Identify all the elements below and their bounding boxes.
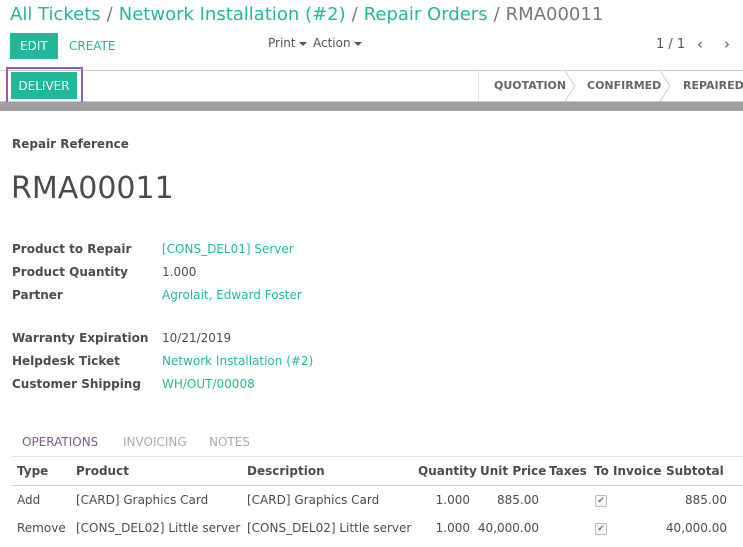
tab-operations[interactable]: OPERATIONS [22, 435, 98, 449]
stage-divider-icon [565, 71, 576, 101]
stage-quotation[interactable]: QUOTATION [484, 71, 576, 101]
product-quantity-value: 1.000 [162, 265, 197, 279]
breadcrumb-current: RMA00011 [505, 4, 604, 25]
breadcrumb-separator: / [493, 4, 500, 25]
warranty-expiration-value: 10/21/2019 [162, 331, 232, 345]
row-unit-price: 885.00 [497, 493, 539, 507]
customer-shipping-label: Customer Shipping [12, 377, 141, 391]
breadcrumb-separator: / [351, 4, 358, 25]
breadcrumb: All Tickets / Network Installation (#2) / Re… [10, 4, 603, 25]
row-type: Add [17, 493, 41, 507]
column-header-subtotal[interactable]: Subtotal [666, 464, 724, 478]
breadcrumb-all-tickets[interactable]: All Tickets [10, 4, 101, 25]
column-header-unit-price[interactable]: Unit Price [480, 464, 546, 478]
breadcrumb-helpdesk-ticket[interactable]: Network Installation (#2) [119, 4, 346, 25]
table-header-divider [12, 485, 743, 486]
stage-repaired[interactable]: REPAIRED [673, 71, 743, 101]
product-to-repair-label: Product to Repair [12, 242, 132, 256]
helpdesk-ticket-link[interactable]: Network Installation (#2) [162, 354, 313, 368]
control-panel: All Tickets / Network Installation (#2) / Re… [0, 0, 743, 70]
action-dropdown[interactable]: Action [313, 36, 362, 50]
product-quantity-label: Product Quantity [12, 265, 128, 279]
row-subtotal: 40,000.00 [665, 521, 727, 535]
caret-down-icon [298, 41, 307, 46]
to-invoice-checkbox[interactable]: ✔ [595, 495, 607, 507]
action-label: Action [313, 36, 351, 50]
column-header-description[interactable]: Description [247, 464, 325, 478]
edit-button[interactable]: EDIT [10, 33, 58, 59]
row-product: [CARD] Graphics Card [76, 493, 209, 507]
print-dropdown[interactable]: Print [268, 36, 307, 50]
row-description: [CONS_DEL02] Little server [247, 521, 412, 535]
caret-down-icon [353, 41, 362, 46]
repair-reference-label: Repair Reference [12, 137, 129, 151]
form-sheet: Repair Reference RMA00011 Product to Rep… [0, 111, 743, 547]
notebook-tabs: OPERATIONS INVOICING NOTES [12, 431, 743, 457]
pager-next-icon[interactable]: › [724, 35, 730, 53]
stage-divider-icon [660, 71, 671, 101]
deliver-button[interactable]: DELIVER [11, 72, 77, 99]
product-to-repair-link[interactable]: [CONS_DEL01] Server [162, 242, 294, 256]
column-header-type[interactable]: Type [17, 464, 48, 478]
row-subtotal: 885.00 [685, 493, 727, 507]
customer-shipping-link[interactable]: WH/OUT/00008 [162, 377, 255, 391]
breadcrumb-separator: / [106, 4, 113, 25]
row-quantity: 1.000 [435, 521, 470, 535]
pager-previous-icon[interactable]: ‹ [697, 35, 703, 53]
column-header-to-invoice[interactable]: To Invoice [594, 464, 661, 478]
column-header-quantity[interactable]: Quantity [418, 464, 477, 478]
column-header-taxes[interactable]: Taxes [549, 464, 587, 478]
row-product: [CONS_DEL02] Little server [76, 521, 241, 535]
repair-reference-value: RMA00011 [11, 171, 174, 206]
partner-link[interactable]: Agrolait, Edward Foster [162, 288, 302, 302]
print-label: Print [268, 36, 296, 50]
to-invoice-checkbox[interactable]: ✔ [595, 523, 607, 535]
tab-invoicing[interactable]: INVOICING [123, 435, 187, 449]
row-quantity: 1.000 [435, 493, 470, 507]
partner-label: Partner [12, 288, 63, 302]
form-background-band [0, 102, 743, 111]
warranty-expiration-label: Warranty Expiration [12, 331, 149, 345]
column-header-product[interactable]: Product [76, 464, 129, 478]
create-button[interactable]: CREATE [64, 33, 121, 59]
breadcrumb-repair-orders[interactable]: Repair Orders [364, 4, 488, 25]
row-type: Remove [17, 521, 66, 535]
row-description: [CARD] Graphics Card [247, 493, 380, 507]
stage-confirmed[interactable]: CONFIRMED [577, 71, 671, 101]
tab-notes[interactable]: NOTES [209, 435, 250, 449]
pager-value[interactable]: 1 / 1 [656, 37, 685, 52]
helpdesk-ticket-label: Helpdesk Ticket [12, 354, 120, 368]
row-unit-price: 40,000.00 [477, 521, 539, 535]
